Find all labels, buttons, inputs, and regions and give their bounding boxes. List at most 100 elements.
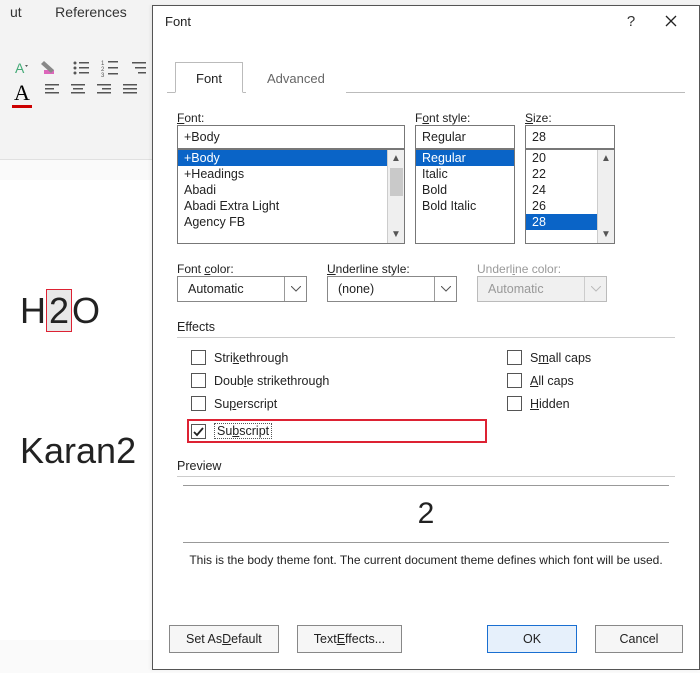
checkbox-icon	[191, 424, 206, 439]
underlinecolor-dropdown: Automatic	[477, 276, 607, 302]
scroll-down-icon[interactable]: ▼	[391, 226, 401, 243]
fontcolor-dropdown[interactable]: Automatic	[177, 276, 307, 302]
list-item[interactable]: +Body	[178, 150, 404, 166]
scrollbar[interactable]: ▲ ▼	[597, 150, 614, 243]
highlight-icon[interactable]	[41, 58, 61, 78]
list-item[interactable]: Bold	[416, 182, 514, 198]
list-item[interactable]: Abadi	[178, 182, 404, 198]
list-item[interactable]: Abadi Extra Light	[178, 198, 404, 214]
align-left-icon[interactable]	[41, 78, 63, 100]
set-as-default-button[interactable]: Set As Default	[169, 625, 279, 653]
bullets-icon[interactable]	[71, 58, 91, 78]
label-underline-color: Underline color:	[477, 262, 607, 276]
scroll-up-icon[interactable]: ▲	[601, 150, 611, 167]
label-font: Font:	[177, 111, 405, 125]
dialog-tabs: Font Advanced	[167, 62, 685, 93]
divider	[177, 476, 675, 477]
dialog-body: Font: +Body +Body +Headings Abadi Abadi …	[153, 93, 699, 609]
checkbox-icon	[191, 396, 206, 411]
doc-char: O	[72, 290, 100, 331]
list-item[interactable]: Italic	[416, 166, 514, 182]
checkbox-subscript-highlighted[interactable]: Subscript	[187, 419, 487, 443]
checkbox-label: Small caps	[530, 351, 591, 365]
checkbox-label: All caps	[530, 374, 574, 388]
underlinestyle-dropdown[interactable]: (none)	[327, 276, 457, 302]
doc-text-karan[interactable]: Karan2	[20, 430, 136, 472]
checkbox-hidden[interactable]: Hidden	[507, 396, 591, 411]
close-icon	[665, 15, 677, 27]
label-preview: Preview	[177, 459, 675, 473]
numbering-icon[interactable]: 123	[100, 58, 120, 78]
checkbox-smallcaps[interactable]: Small caps	[507, 350, 591, 365]
chevron-down-icon	[584, 277, 606, 301]
label-effects: Effects	[177, 320, 675, 334]
checkbox-icon	[507, 350, 522, 365]
tab-font[interactable]: Font	[175, 62, 243, 93]
divider	[177, 337, 675, 338]
checkbox-icon	[507, 396, 522, 411]
checkbox-double-strikethrough[interactable]: Double strikethrough	[191, 373, 487, 388]
label-underline-style: Underline style:	[327, 262, 457, 276]
doc-text-h2o[interactable]: H2O	[20, 290, 100, 332]
scroll-thumb[interactable]	[390, 168, 403, 196]
checkbox-label: Strikethrough	[214, 351, 288, 365]
checkbox-superscript[interactable]: Superscript	[191, 396, 487, 411]
size-input[interactable]: 28	[525, 125, 615, 149]
dialog-title: Font	[165, 14, 611, 29]
ribbon-tab[interactable]: ut	[10, 4, 22, 20]
text-effects-button[interactable]: Text Effects...	[297, 625, 402, 653]
dropdown-value: Automatic	[188, 282, 244, 296]
font-dialog: Font ? Font Advanced Font: +Body +Body +…	[152, 5, 700, 670]
scroll-down-icon[interactable]: ▼	[601, 226, 611, 243]
label-fontstyle: Font style:	[415, 111, 515, 125]
list-item[interactable]: Bold Italic	[416, 198, 514, 214]
label-font-color: Font color:	[177, 262, 307, 276]
checkbox-label: Hidden	[530, 397, 570, 411]
tab-label: Font	[196, 71, 222, 86]
svg-text:A: A	[15, 60, 25, 76]
checkbox-icon	[191, 373, 206, 388]
size-listbox[interactable]: 20 22 24 26 28 ▲ ▼	[525, 149, 615, 244]
label-size: Size:	[525, 111, 615, 125]
tab-advanced[interactable]: Advanced	[246, 62, 346, 93]
checkbox-label: Superscript	[214, 397, 277, 411]
justify-icon[interactable]	[119, 78, 141, 100]
dropdown-value: (none)	[338, 282, 374, 296]
font-listbox[interactable]: +Body +Headings Abadi Abadi Extra Light …	[177, 149, 405, 244]
chevron-down-icon	[284, 277, 306, 301]
checkbox-label: Subscript	[214, 423, 272, 439]
selected-char: 2	[46, 289, 72, 332]
align-center-icon[interactable]	[67, 78, 89, 100]
checkbox-icon	[507, 373, 522, 388]
font-color-icon[interactable]: A	[12, 80, 32, 108]
list-item[interactable]: Regular	[416, 150, 514, 166]
ribbon-tab[interactable]: References	[55, 4, 127, 20]
dropdown-value: Automatic	[488, 282, 544, 296]
preview-box: 2	[183, 485, 669, 543]
align-right-icon[interactable]	[93, 78, 115, 100]
fontstyle-listbox[interactable]: Regular Italic Bold Bold Italic	[415, 149, 515, 244]
checkbox-label: Double strikethrough	[214, 374, 329, 388]
preview-text: 2	[418, 497, 435, 531]
checkbox-strikethrough[interactable]: Strikethrough	[191, 350, 487, 365]
ok-button[interactable]: OK	[487, 625, 577, 653]
dialog-titlebar: Font ?	[153, 6, 699, 36]
preview-hint: This is the body theme font. The current…	[177, 553, 675, 567]
list-item[interactable]: +Headings	[178, 166, 404, 182]
scroll-up-icon[interactable]: ▲	[391, 150, 401, 167]
chevron-down-icon	[434, 277, 456, 301]
tab-label: Advanced	[267, 71, 325, 86]
font-dropdown-icon[interactable]: A	[12, 58, 32, 78]
list-item[interactable]: Agency FB	[178, 214, 404, 230]
font-input[interactable]: +Body	[177, 125, 405, 149]
help-button[interactable]: ?	[611, 6, 651, 36]
close-button[interactable]	[651, 6, 691, 36]
dialog-button-row: Set As Default Text Effects... OK Cancel	[153, 609, 699, 669]
checkbox-icon	[191, 350, 206, 365]
doc-char: H	[20, 290, 46, 331]
scrollbar[interactable]: ▲ ▼	[387, 150, 404, 243]
fontstyle-input[interactable]: Regular	[415, 125, 515, 149]
multilevel-icon[interactable]	[130, 58, 150, 78]
checkbox-allcaps[interactable]: All caps	[507, 373, 591, 388]
cancel-button[interactable]: Cancel	[595, 625, 683, 653]
